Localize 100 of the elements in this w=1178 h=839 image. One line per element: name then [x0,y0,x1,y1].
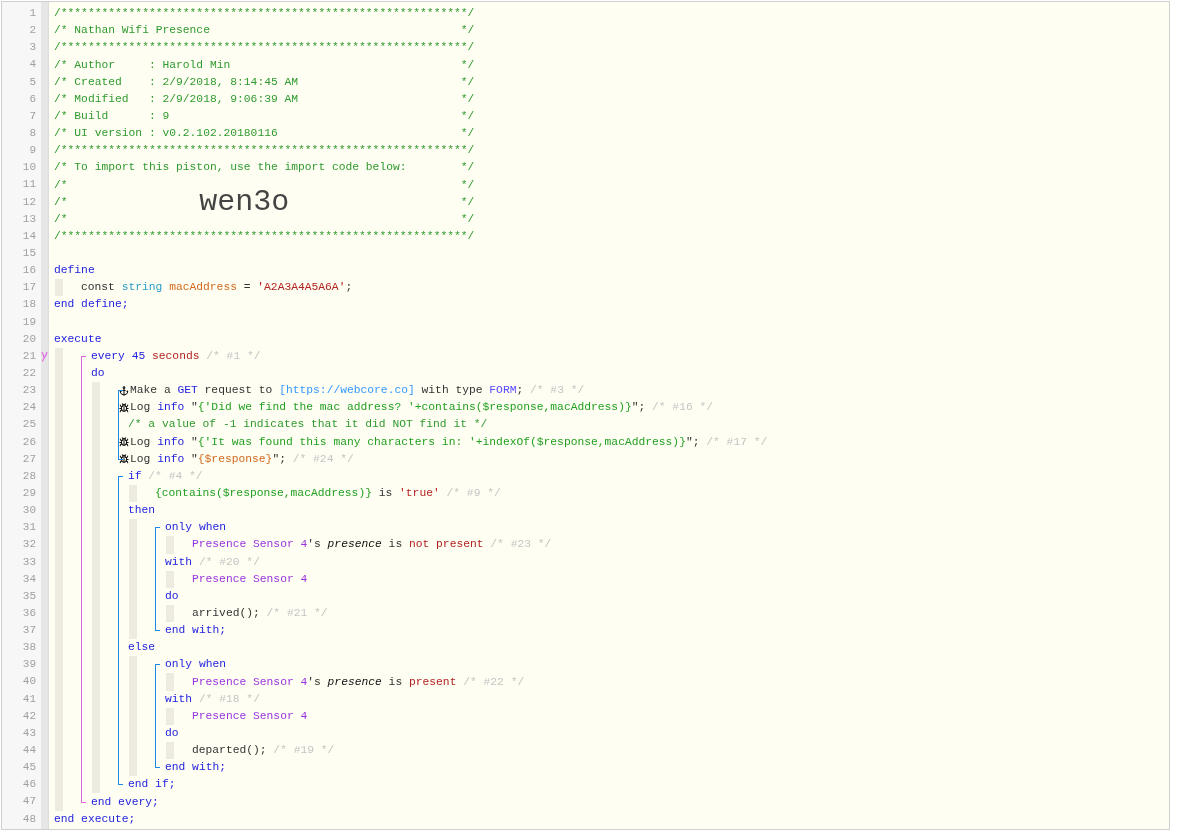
code-keyword: every [91,348,126,364]
code-string: not present [408,537,485,553]
code-variable: {$response} [197,451,273,467]
code-note: /* #4 */ [148,468,203,484]
code-attribute: presence [327,674,382,690]
code-text: " [191,451,198,467]
code-comment: /* [54,211,68,227]
code-keyword: only when [165,657,226,673]
line-number: 36 [21,605,37,621]
code-comment: */ [460,211,475,227]
line-number: 44 [21,743,37,759]
anchor-icon [119,385,129,396]
code-comment: /* Modified : 2/9/2018, 9:06:39 AM [54,91,299,107]
code-note: /* #22 */ [463,674,525,690]
code-comment: */ [460,194,475,210]
line-number: 2 [28,23,37,39]
code-text: = [242,280,252,296]
code-keyword: then [128,503,156,519]
line-number: 27 [21,451,37,467]
code-comment: /************************************************************/ [54,40,475,56]
line-number: 4 [28,57,37,73]
code-text: ; [516,383,525,399]
line-number: 47 [21,794,37,810]
line-number: 24 [21,400,37,416]
code-keyword: only when [165,520,226,536]
line-number: 18 [21,297,37,313]
line-number: 37 [21,623,37,639]
code-note: /* #24 */ [292,451,354,467]
code-comment: /************************************************************/ [54,228,475,244]
code-note: /* #21 */ [266,606,328,621]
code-comment: /* a value of -1 indicates that it did NOT find it */ [128,417,488,433]
line-number: 3 [28,40,37,56]
code-keyword: do [165,726,179,741]
line-number: 28 [21,468,37,484]
code-note: /* #20 */ [198,554,260,570]
line-number: 45 [21,760,37,776]
code-comment: /* UI version : v0.2.102.20180116 [54,126,278,142]
code-text: "; [685,434,701,450]
code-expression: {'Did we find the mac address? '+contains($response,macAddress)} [197,400,632,416]
code-text: Make a [130,383,172,399]
device-name: Presence Sensor 4 [192,708,308,724]
code-comment: /* Created : 2/9/2018, 8:14:45 AM [54,74,299,90]
code-note: /* #1 */ [206,348,261,364]
line-number: 33 [21,554,37,570]
device-name: Presence Sensor 4 [192,674,308,690]
code-text: is [377,486,394,502]
line-number: 26 [21,434,37,450]
code-keyword: do [165,588,179,604]
line-number: 19 [21,314,37,330]
code-keyword: end if; [128,777,176,793]
bug-icon [119,437,129,448]
code-keyword: info [157,434,186,450]
code-text: departed(); [192,743,268,759]
code-text: " [191,400,198,416]
code-text: " [191,434,198,450]
line-number: 9 [28,143,37,159]
line-number: 48 [21,811,37,827]
code-keyword: info [157,451,186,467]
code-comment: /* [54,194,68,210]
line-number: 41 [21,691,37,707]
code-keyword: execute [54,331,102,347]
line-number: 17 [21,280,37,296]
code-string: present [408,674,458,690]
code-keyword: if [128,468,143,484]
code-note: /* #19 */ [273,743,335,759]
code-text: is [387,537,404,553]
line-number: 15 [21,245,37,261]
line-number: 30 [21,503,37,519]
code-unit: seconds [152,348,201,364]
code-comment: */ [460,160,475,176]
device-name: Presence Sensor 4 [192,537,308,553]
code-keyword: with [165,554,194,570]
code-comment: /************************************************************/ [54,6,475,22]
line-number: 11 [21,177,37,193]
code-keyword: else [128,640,156,656]
hook-icon [41,350,48,362]
device-name: Presence Sensor 4 [192,571,308,587]
code-comment: /* Nathan Wifi Presence [54,23,210,39]
code-keyword: end with; [165,760,226,776]
code-comment: */ [460,23,475,39]
code-option: FORM [489,382,517,400]
line-number: 34 [21,571,37,587]
line-number: 23 [21,383,37,399]
code-text: const [81,280,116,296]
code-comment: */ [460,57,475,73]
line-number: 31 [21,520,37,536]
code-comment: /* To import this piston, use the import code below: [54,160,407,176]
line-number: 21 [21,348,37,364]
code-text: ; [345,280,353,296]
code-keyword: end every; [91,794,159,810]
line-number: 38 [21,640,37,656]
line-number: 8 [28,126,37,141]
code-expression: {contains($response,macAddress)} [155,486,372,502]
line-number: 25 [21,417,37,433]
code-comment: /************************************************************/ [54,143,475,159]
line-number: 16 [21,263,37,279]
code-keyword: with [165,691,194,707]
code-text: 's [307,674,322,690]
code-text: arrived(); [192,606,261,621]
code-note: /* #18 */ [198,691,260,707]
